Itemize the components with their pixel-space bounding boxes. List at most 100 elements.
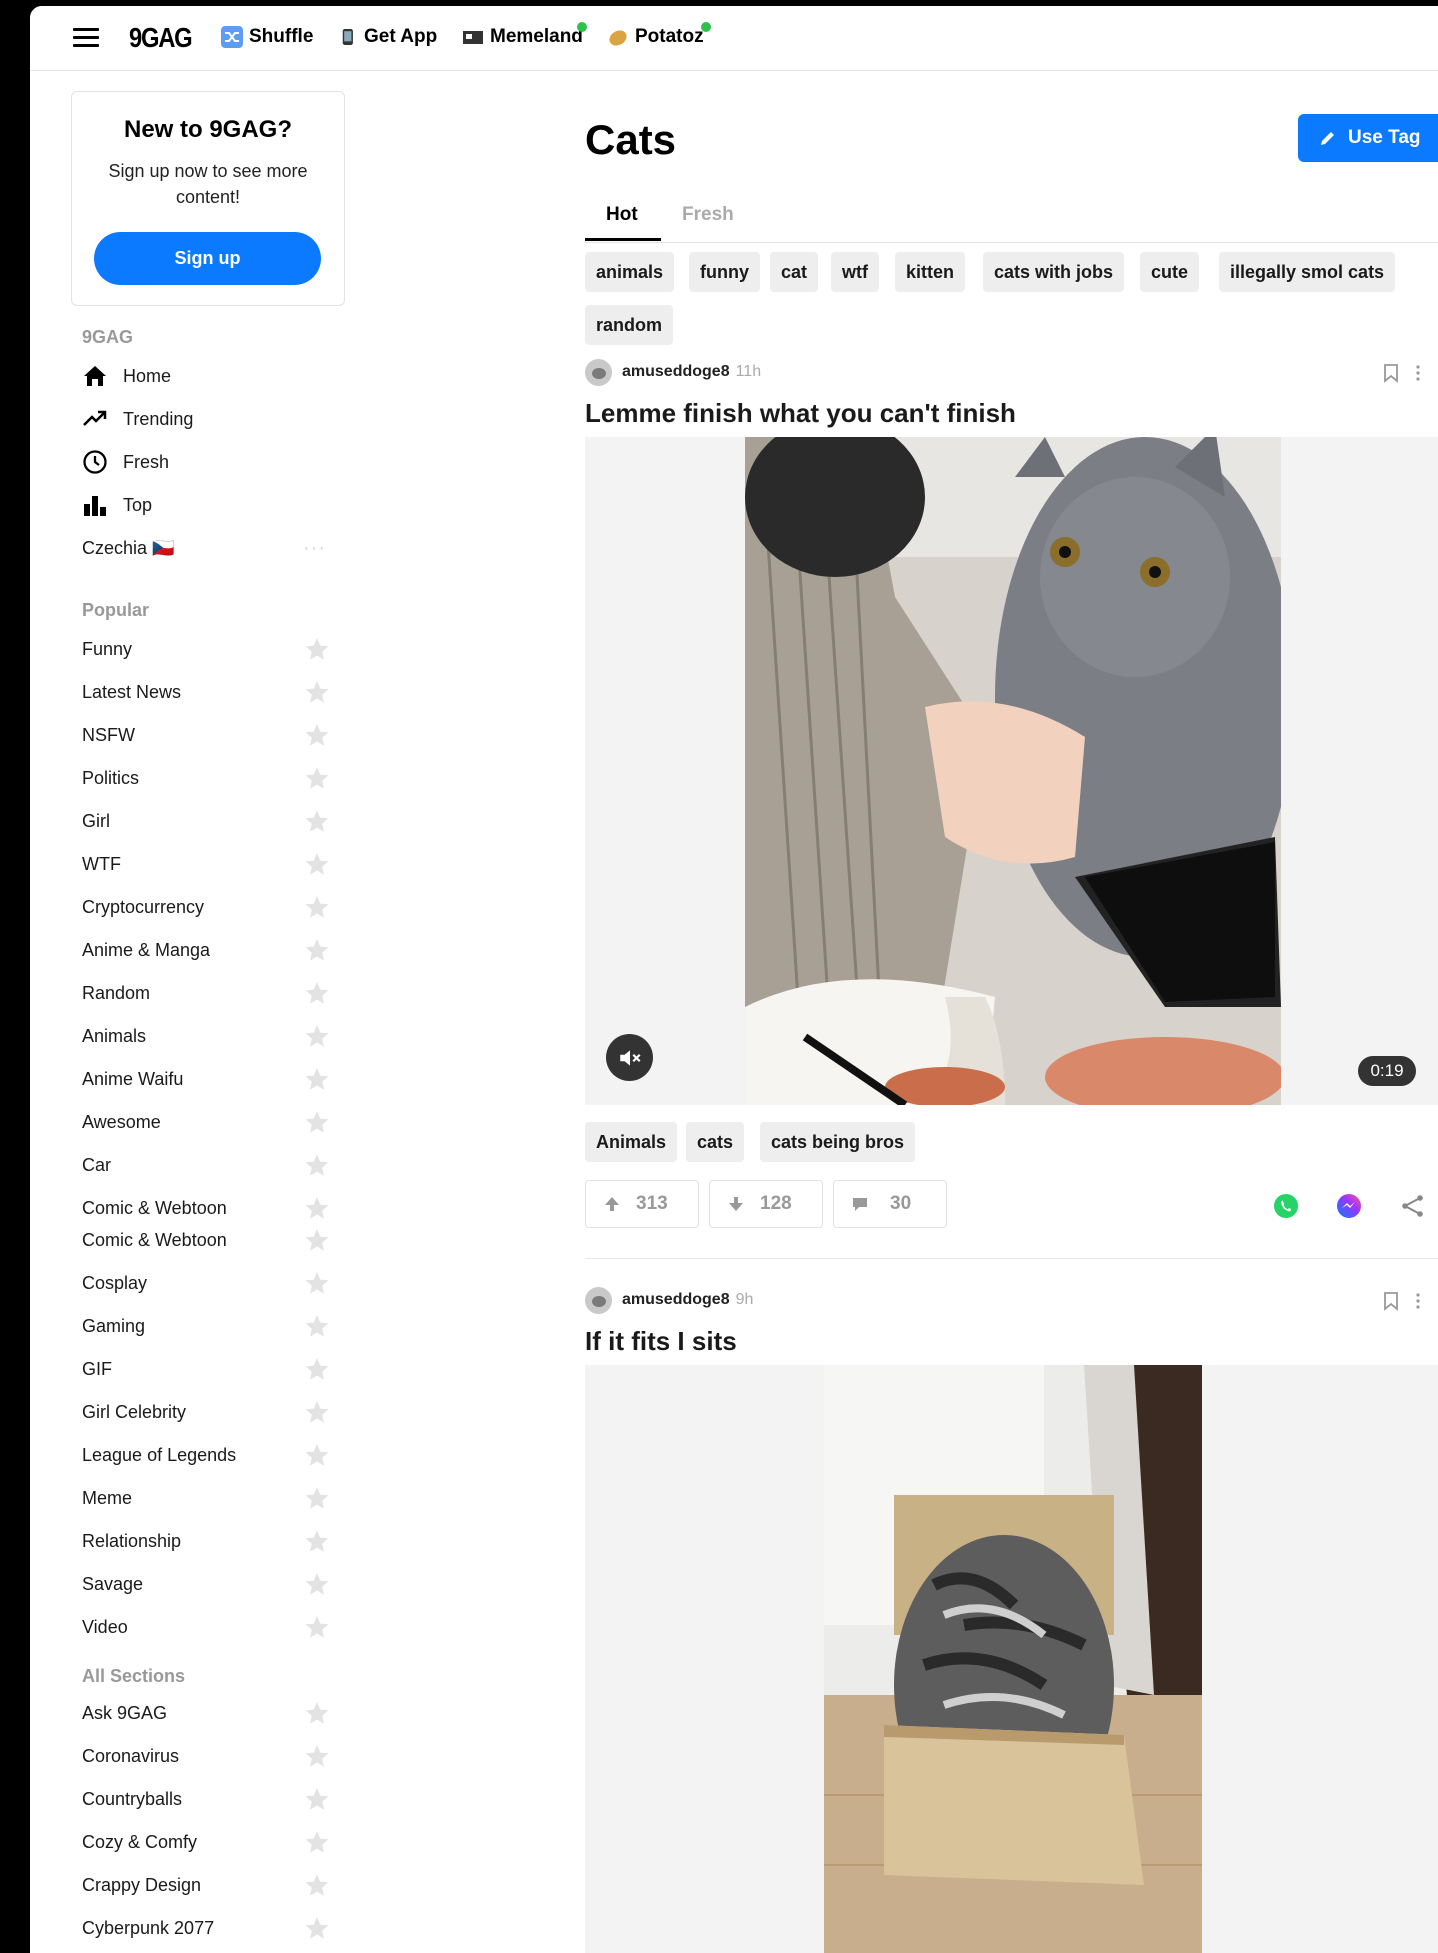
star-icon[interactable] — [304, 636, 330, 662]
star-icon[interactable] — [304, 894, 330, 920]
star-icon[interactable] — [304, 1227, 330, 1253]
sidebar-item[interactable]: Politics — [82, 760, 342, 796]
star-icon[interactable] — [304, 1485, 330, 1511]
tag-chip[interactable]: illegally smol cats — [1219, 252, 1396, 292]
star-icon[interactable] — [304, 1915, 330, 1941]
nav-memeland[interactable]: Memeland — [462, 26, 583, 48]
sidebar-item-fresh[interactable]: Fresh — [82, 444, 342, 480]
sidebar-item[interactable]: League of Legends — [82, 1437, 342, 1473]
tab-fresh[interactable]: Fresh — [682, 204, 734, 226]
tag-chip[interactable]: wtf — [831, 252, 879, 292]
star-icon[interactable] — [304, 1872, 330, 1898]
tag-chip[interactable]: cat — [770, 252, 819, 292]
post-video[interactable]: 0:19 — [585, 437, 1438, 1105]
tag-chip[interactable]: funny — [689, 252, 760, 292]
star-icon[interactable] — [304, 1442, 330, 1468]
post-tag-chip[interactable]: Animals — [585, 1122, 678, 1162]
sidebar-item[interactable]: Girl Celebrity — [82, 1394, 342, 1430]
star-icon[interactable] — [304, 1313, 330, 1339]
sidebar-item[interactable]: Cyberpunk 2077 — [82, 1910, 342, 1946]
sidebar-item-trending[interactable]: Trending — [82, 401, 342, 437]
star-icon[interactable] — [304, 1571, 330, 1597]
whatsapp-icon[interactable] — [1272, 1192, 1300, 1220]
star-icon[interactable] — [304, 1700, 330, 1726]
star-icon[interactable] — [304, 1829, 330, 1855]
nav-potatoz[interactable]: Potatoz — [607, 26, 704, 48]
sidebar-item[interactable]: Gaming — [82, 1308, 342, 1344]
upvote-button[interactable]: 313 — [585, 1180, 699, 1228]
sidebar-item[interactable]: Comic & Webtoon — [82, 1190, 342, 1226]
post-username[interactable]: amuseddoge8 — [622, 363, 730, 381]
star-icon[interactable] — [304, 851, 330, 877]
sidebar-item[interactable]: Ask 9GAG — [82, 1695, 342, 1731]
star-icon[interactable] — [304, 679, 330, 705]
use-tag-button[interactable]: Use Tag — [1298, 114, 1438, 162]
post-title[interactable]: If it fits I sits — [585, 1326, 737, 1357]
star-icon[interactable] — [304, 980, 330, 1006]
star-icon[interactable] — [304, 1528, 330, 1554]
share-icon[interactable] — [1399, 1192, 1427, 1220]
post-video[interactable] — [585, 1365, 1438, 1953]
sidebar-item[interactable]: Meme — [82, 1480, 342, 1516]
star-icon[interactable] — [304, 1786, 330, 1812]
nav-shuffle[interactable]: Shuffle — [221, 26, 313, 48]
tag-chip[interactable]: cats with jobs — [983, 252, 1125, 292]
star-icon[interactable] — [304, 1066, 330, 1092]
sidebar-item[interactable]: Comic & Webtoon — [82, 1222, 342, 1258]
mute-button[interactable] — [606, 1034, 653, 1081]
star-icon[interactable] — [304, 1356, 330, 1382]
sidebar-item[interactable]: Cozy & Comfy — [82, 1824, 342, 1860]
more-options-icon[interactable] — [1414, 363, 1422, 383]
star-icon[interactable] — [304, 1614, 330, 1640]
sidebar-item[interactable]: Cryptocurrency — [82, 889, 342, 925]
star-icon[interactable] — [304, 1743, 330, 1769]
messenger-icon[interactable] — [1335, 1192, 1363, 1220]
sidebar-item-top[interactable]: Top — [82, 487, 342, 523]
sidebar-item[interactable]: Cosplay — [82, 1265, 342, 1301]
more-options-icon[interactable] — [1414, 1291, 1422, 1311]
menu-icon[interactable] — [73, 28, 99, 48]
sidebar-item[interactable]: Savage — [82, 1566, 342, 1602]
star-icon[interactable] — [304, 1109, 330, 1135]
sidebar-item[interactable]: WTF — [82, 846, 342, 882]
post-tag-chip[interactable]: cats — [686, 1122, 745, 1162]
sidebar-item-czechia[interactable]: Czechia 🇨🇿 ··· — [82, 530, 342, 566]
comments-button[interactable]: 30 — [833, 1180, 947, 1228]
tag-chip[interactable]: cute — [1140, 252, 1200, 292]
sidebar-item[interactable]: Crappy Design — [82, 1867, 342, 1903]
sidebar-item[interactable]: NSFW — [82, 717, 342, 753]
nav-get-app[interactable]: Get App — [342, 26, 437, 48]
sidebar-item[interactable]: Anime & Manga — [82, 932, 342, 968]
sidebar-item-home[interactable]: Home — [82, 358, 342, 394]
more-options-icon[interactable]: ··· — [303, 537, 326, 560]
star-icon[interactable] — [304, 937, 330, 963]
star-icon[interactable] — [304, 1023, 330, 1049]
sidebar-item[interactable]: Video — [82, 1609, 342, 1645]
logo[interactable]: 9GAG — [129, 22, 193, 54]
sidebar-item[interactable]: Girl — [82, 803, 342, 839]
star-icon[interactable] — [304, 1195, 330, 1221]
sidebar-item[interactable]: Random — [82, 975, 342, 1011]
sidebar-item[interactable]: Latest News — [82, 674, 342, 710]
star-icon[interactable] — [304, 1152, 330, 1178]
star-icon[interactable] — [304, 1270, 330, 1296]
downvote-button[interactable]: 128 — [709, 1180, 823, 1228]
signup-button[interactable]: Sign up — [94, 232, 321, 285]
post-username[interactable]: amuseddoge8 — [622, 1291, 730, 1309]
post-title[interactable]: Lemme finish what you can't finish — [585, 398, 1016, 429]
tag-chip[interactable]: random — [585, 305, 674, 345]
tag-chip[interactable]: kitten — [895, 252, 966, 292]
sidebar-item[interactable]: Funny — [82, 631, 342, 667]
star-icon[interactable] — [304, 722, 330, 748]
star-icon[interactable] — [304, 765, 330, 791]
tag-chip[interactable]: animals — [585, 252, 675, 292]
sidebar-item[interactable]: Car — [82, 1147, 342, 1183]
sidebar-item[interactable]: Relationship — [82, 1523, 342, 1559]
avatar[interactable] — [585, 358, 612, 386]
sidebar-item[interactable]: Anime Waifu — [82, 1061, 342, 1097]
star-icon[interactable] — [304, 1399, 330, 1425]
sidebar-item[interactable]: Animals — [82, 1018, 342, 1054]
tab-hot[interactable]: Hot — [606, 204, 638, 226]
sidebar-item[interactable]: Countryballs — [82, 1781, 342, 1817]
bookmark-icon[interactable] — [1382, 363, 1400, 383]
